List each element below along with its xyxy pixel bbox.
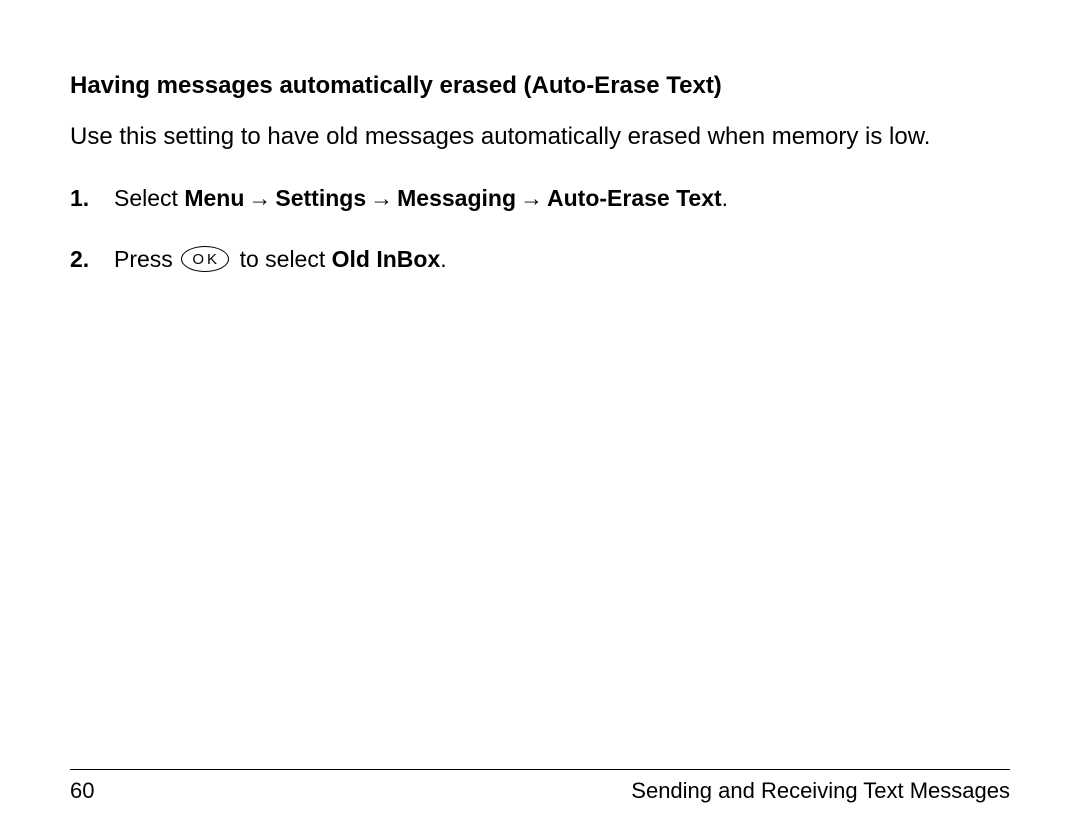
text: Select <box>114 185 184 211</box>
menu-path-item: Auto-Erase Text <box>547 185 722 211</box>
step-list: 1. Select Menu→Settings→Messaging→Auto-E… <box>70 182 1010 275</box>
intro-paragraph: Use this setting to have old messages au… <box>70 120 1010 154</box>
text: . <box>440 246 446 272</box>
section-heading: Having messages automatically erased (Au… <box>70 70 1010 102</box>
arrow-icon: → <box>366 183 397 215</box>
page-footer: 60 Sending and Receiving Text Messages <box>70 769 1010 804</box>
step-number: 2. <box>70 243 114 275</box>
text: . <box>722 185 728 211</box>
selection-target: Old InBox <box>332 246 441 272</box>
step-number: 1. <box>70 182 114 215</box>
text: Press <box>114 246 179 272</box>
document-page: Having messages automatically erased (Au… <box>0 0 1080 834</box>
arrow-icon: → <box>516 183 547 215</box>
menu-path-item: Messaging <box>397 185 516 211</box>
footer-divider <box>70 769 1010 770</box>
ok-button-icon: OK <box>181 246 229 272</box>
step-body: Press OK to select Old InBox. <box>114 243 447 275</box>
arrow-icon: → <box>244 183 275 215</box>
step-1: 1. Select Menu→Settings→Messaging→Auto-E… <box>70 182 1010 215</box>
footer-row: 60 Sending and Receiving Text Messages <box>70 778 1010 804</box>
text: to select <box>233 246 331 272</box>
menu-path-item: Settings <box>275 185 366 211</box>
step-2: 2. Press OK to select Old InBox. <box>70 243 1010 275</box>
menu-path-item: Menu <box>184 185 244 211</box>
section-title: Sending and Receiving Text Messages <box>631 778 1010 804</box>
page-number: 60 <box>70 778 94 804</box>
step-body: Select Menu→Settings→Messaging→Auto-Eras… <box>114 182 728 215</box>
